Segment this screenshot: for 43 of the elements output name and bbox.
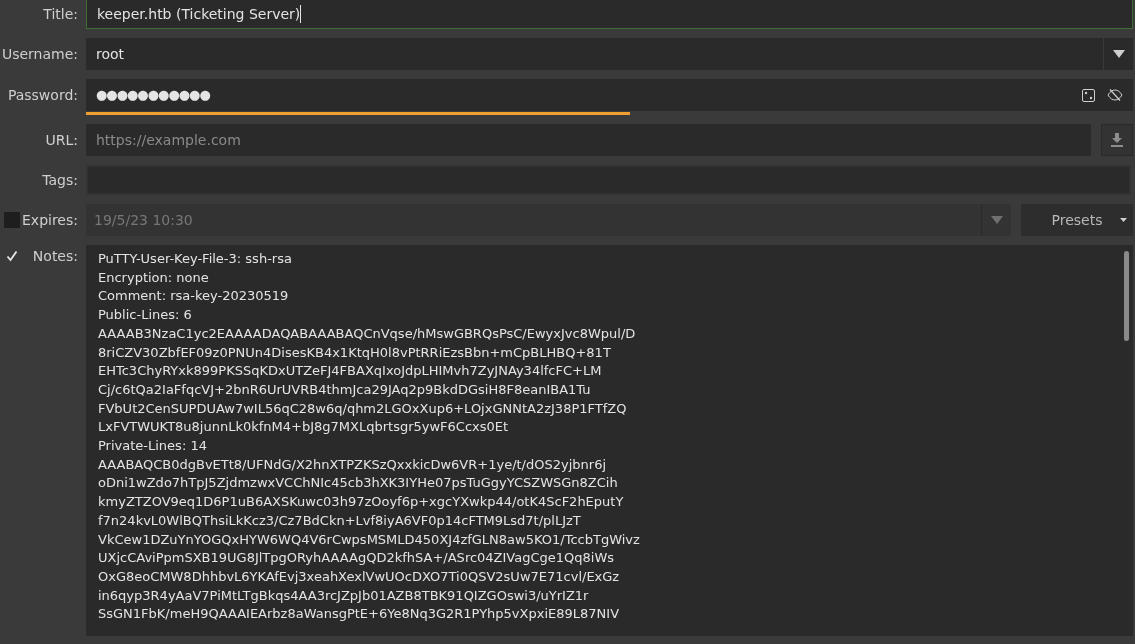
notes-line: VkCew1DZuYnYOGQxHYW6WQ4V6rCwpsMSMLD450XJ4zfGLN8aw5KO1/TccbTgWivz	[98, 530, 641, 549]
title-field[interactable]: keeper.htb (Ticketing Server)	[86, 0, 1133, 29]
notes-field[interactable]	[86, 245, 1133, 636]
scrollbar[interactable]	[1124, 251, 1129, 341]
notes-line: kmyZTZOV9eq1D6P1uB6AXSKuwc03h97zOoyf6p+xgcYXwkp44/otK4ScF2hEputY	[98, 493, 625, 512]
checkmark-icon	[6, 250, 18, 262]
notes-line: Cj/c6tQa2IaFfqcVJ+2bnR6UrUVRB4thmJca29JAq2p9BkdDGsiH8F8eanIBA1Tu	[98, 380, 592, 399]
notes-line: SsGN1FbK/meH9QAAAIEArbz8aWansgPtE+6Ye8Nq3G2R1PYhp5vXpxiE89L87NIV	[98, 605, 621, 624]
url-field[interactable]: https://example.com	[86, 124, 1091, 156]
username-field[interactable]: root	[86, 38, 1103, 70]
notes-line: Encryption: none	[98, 268, 210, 287]
field-label: Username:	[1, 44, 78, 64]
notes-line: in6qyp3R4yAaV7PiMtLTgBkqs4AA3rcJZpJb01AZB8TBK91QIZGOswi3/uYrIZ1r	[98, 586, 590, 605]
caret-icon	[1120, 218, 1127, 222]
field-label: Tags:	[42, 170, 78, 190]
caret-icon	[1112, 50, 1125, 58]
checkbox[interactable]	[4, 248, 20, 264]
eye-slash-icon[interactable]	[1107, 89, 1123, 101]
field-label: Notes:	[32, 246, 78, 266]
field-label: Title:	[43, 4, 78, 24]
notes-line: AAAAB3NzaC1yc2EAAAADAQABAAABAQCnVqse/hMswGBRQsPsC/EwyxJvc8Wpul/D	[98, 324, 637, 343]
notes-line: 8riCZV30ZbfEF09z0PNUn4DisesKB4x1KtqH0l8vPtRRiEzsBbn+mCpBLHBQ+81T	[98, 343, 612, 362]
download-icon	[1111, 133, 1123, 147]
field-label: Expires:	[22, 210, 78, 230]
field-label: Password:	[7, 85, 78, 105]
notes-line: UXjcCAviPpmSXB19UG8JlTpgORyhAAAAgQD2kfhSA+/ASrc04ZIVagCge1Qq8iWs	[98, 549, 616, 568]
notes-line: oDni1wZdo7hTpJ5ZjdmzwxVCChNIc45cb3hXK3IYHe07psTuGgyYCSZWSGn8ZCih	[98, 474, 619, 493]
dropdown-button[interactable]	[1103, 38, 1133, 70]
notes-line: EHTc3ChyRYxk899PKSSqKDxUTZeFJ4FBAXqIxoJdpLHIMvh7ZyJNAy34lfcFC+LM	[98, 362, 603, 381]
field-label: URL:	[45, 130, 78, 150]
notes-line: Public-Lines: 6	[98, 306, 193, 325]
notes-line: LxFVTWUKT8u8junnLk0kfnM4+bJ8g7MXLqbrtsgr5ywF6Ccxs0Et	[98, 418, 510, 437]
notes-line: Comment: rsa-key-20230519	[98, 287, 290, 306]
notes-line: FVbUt2CenSUPDUAw7wIL56qC28w6q/qhm2LGOxXup6+LOjxGNNtA2zJ38P1FTfZQ	[98, 399, 628, 418]
notes-line: OxG8eoCMW8DhhbvL6YKAfEvj3xeahXexlVwUOcDXO7Ti0QSV2sUw7E71cvl/ExGz	[98, 567, 621, 586]
dice-icon[interactable]	[1082, 88, 1095, 102]
notes-line: AAABAQCB0dgBvETt8/UFNdG/X2hnXTPZKSzQxxkicDw6VR+1ye/t/dOS2yjbnr6j	[98, 455, 608, 474]
caret-icon	[990, 216, 1003, 224]
password-field[interactable]: ●●●●●●●●●●●	[86, 79, 1133, 111]
notes-line: f7n24kvL0WlBQThsiLkKcz3/Cz7BdCkn+Lvf8iyA6VF0p14cFTM9Lsd7t/plLJzT	[98, 511, 582, 530]
download-button[interactable]	[1101, 124, 1133, 156]
notes-line: PuTTY-User-Key-File-3: ssh-rsa	[98, 250, 293, 268]
notes-line: Private-Lines: 14	[98, 437, 208, 456]
